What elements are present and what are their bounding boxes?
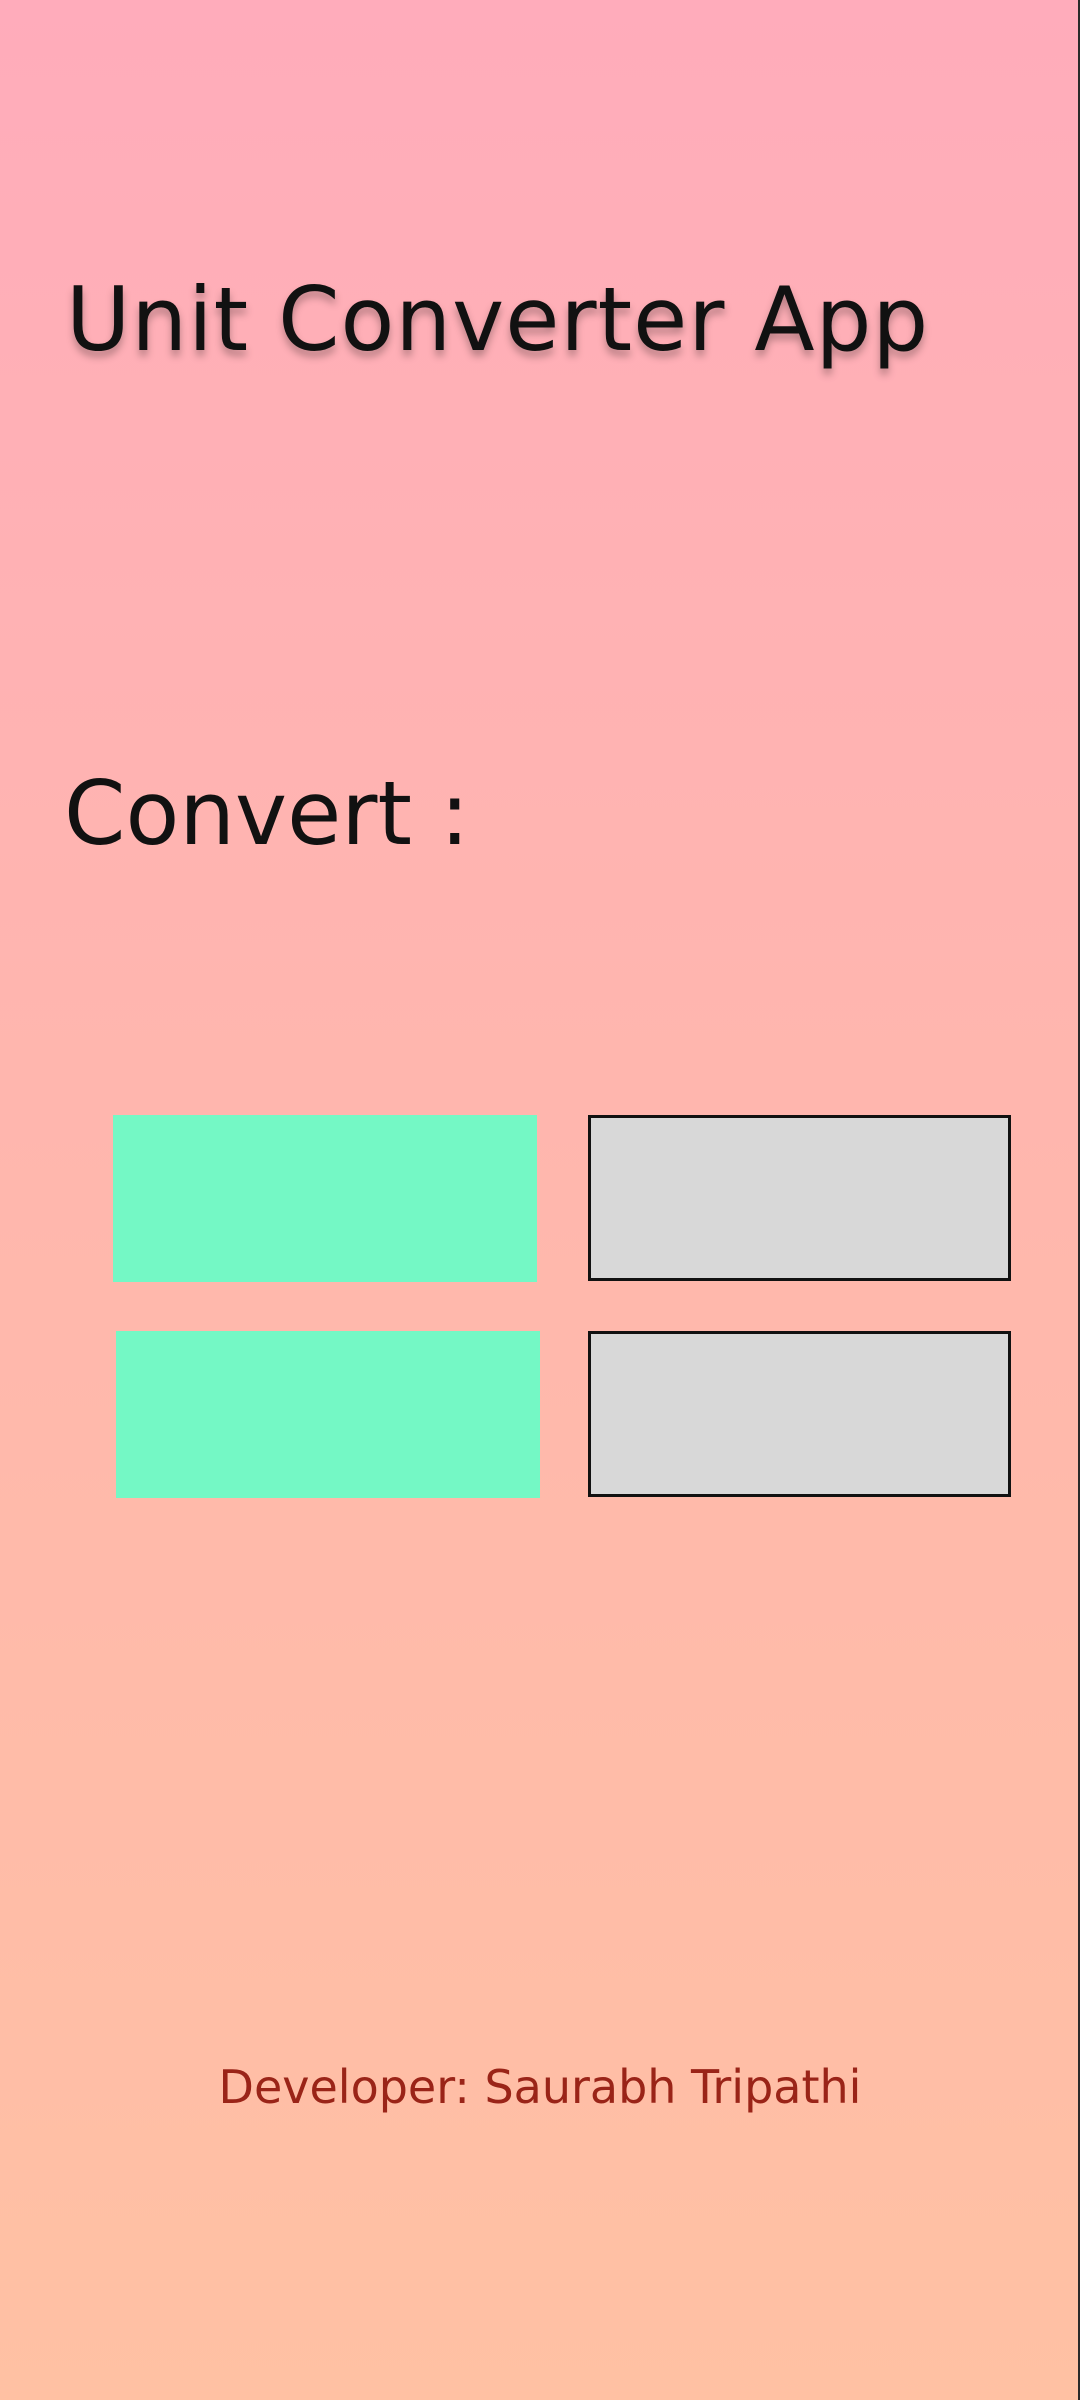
unit-button-1[interactable]	[113, 1115, 537, 1282]
unit-button-2[interactable]	[116, 1331, 540, 1498]
app-screen: Unit Converter App Convert : Developer: …	[0, 0, 1080, 2400]
unit-field-1[interactable]	[588, 1115, 1011, 1281]
developer-credit: Developer: Saurabh Tripathi	[218, 2060, 862, 2114]
convert-label: Convert :	[64, 762, 470, 865]
unit-field-2[interactable]	[588, 1331, 1011, 1497]
app-title: Unit Converter App	[66, 268, 930, 371]
